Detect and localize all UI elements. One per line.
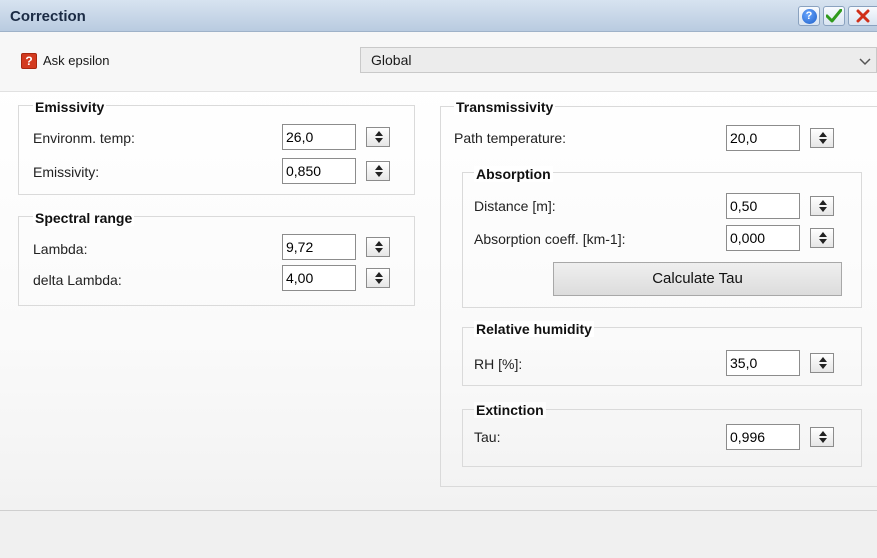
- absorption-coeff-field[interactable]: [726, 225, 800, 251]
- distance-stepper[interactable]: [726, 193, 834, 219]
- env-temp-label: Environm. temp:: [33, 130, 135, 146]
- env-temp-field[interactable]: [282, 124, 356, 150]
- tau-label: Tau:: [474, 429, 501, 445]
- humidity-group-title: Relative humidity: [474, 321, 594, 337]
- emissivity-group-title: Emissivity: [33, 99, 107, 115]
- env-temp-stepper[interactable]: [282, 124, 390, 150]
- rh-label: RH [%]:: [474, 356, 523, 372]
- transmissivity-group-title: Transmissivity: [454, 99, 556, 115]
- help-icon: ?: [801, 8, 817, 24]
- spin-buttons[interactable]: [810, 427, 834, 447]
- spin-buttons[interactable]: [810, 196, 834, 216]
- spin-buttons[interactable]: [366, 161, 390, 181]
- spectral-group-title: Spectral range: [33, 210, 135, 226]
- delta-lambda-stepper[interactable]: [282, 265, 390, 291]
- spin-buttons[interactable]: [366, 127, 390, 147]
- lambda-stepper[interactable]: [282, 234, 390, 260]
- spin-buttons[interactable]: [810, 228, 834, 248]
- lambda-label: Lambda:: [33, 241, 88, 257]
- ok-button[interactable]: [823, 6, 845, 26]
- emissivity-label: Emissivity:: [33, 164, 100, 180]
- chevron-down-icon: [859, 58, 871, 66]
- spin-buttons[interactable]: [810, 128, 834, 148]
- spin-buttons[interactable]: [810, 353, 834, 373]
- close-button[interactable]: [848, 6, 877, 26]
- help-button[interactable]: ?: [798, 6, 820, 26]
- extinction-group-title: Extinction: [474, 402, 546, 418]
- window-title: Correction: [10, 8, 86, 25]
- calculate-tau-button[interactable]: Calculate Tau: [553, 262, 842, 296]
- rh-field[interactable]: [726, 350, 800, 376]
- distance-field[interactable]: [726, 193, 800, 219]
- emissivity-field[interactable]: [282, 158, 356, 184]
- delta-lambda-label: delta Lambda:: [33, 272, 122, 288]
- title-bar: Correction ?: [0, 0, 877, 32]
- footer-bar: [0, 510, 877, 558]
- lambda-field[interactable]: [282, 234, 356, 260]
- path-temp-field[interactable]: [726, 125, 800, 151]
- path-temp-label: Path temperature:: [454, 130, 567, 146]
- tau-stepper[interactable]: [726, 424, 834, 450]
- absorption-coeff-label: Absorption coeff. [km-1]:: [474, 231, 626, 247]
- distance-label: Distance [m]:: [474, 198, 556, 214]
- absorption-coeff-stepper[interactable]: [726, 225, 834, 251]
- check-icon: [826, 9, 842, 23]
- tau-field[interactable]: [726, 424, 800, 450]
- rh-stepper[interactable]: [726, 350, 834, 376]
- mode-select-value: Global: [371, 52, 412, 68]
- spin-buttons[interactable]: [366, 237, 390, 257]
- question-icon[interactable]: ?: [21, 53, 37, 69]
- close-icon: [856, 9, 870, 23]
- spin-buttons[interactable]: [366, 268, 390, 288]
- delta-lambda-field[interactable]: [282, 265, 356, 291]
- spectral-range-group: [18, 216, 415, 306]
- path-temp-stepper[interactable]: [726, 125, 834, 151]
- emissivity-stepper[interactable]: [282, 158, 390, 184]
- absorption-group-title: Absorption: [474, 166, 553, 182]
- ask-epsilon-label[interactable]: Ask epsilon: [43, 53, 109, 68]
- mode-select[interactable]: Global: [360, 47, 877, 73]
